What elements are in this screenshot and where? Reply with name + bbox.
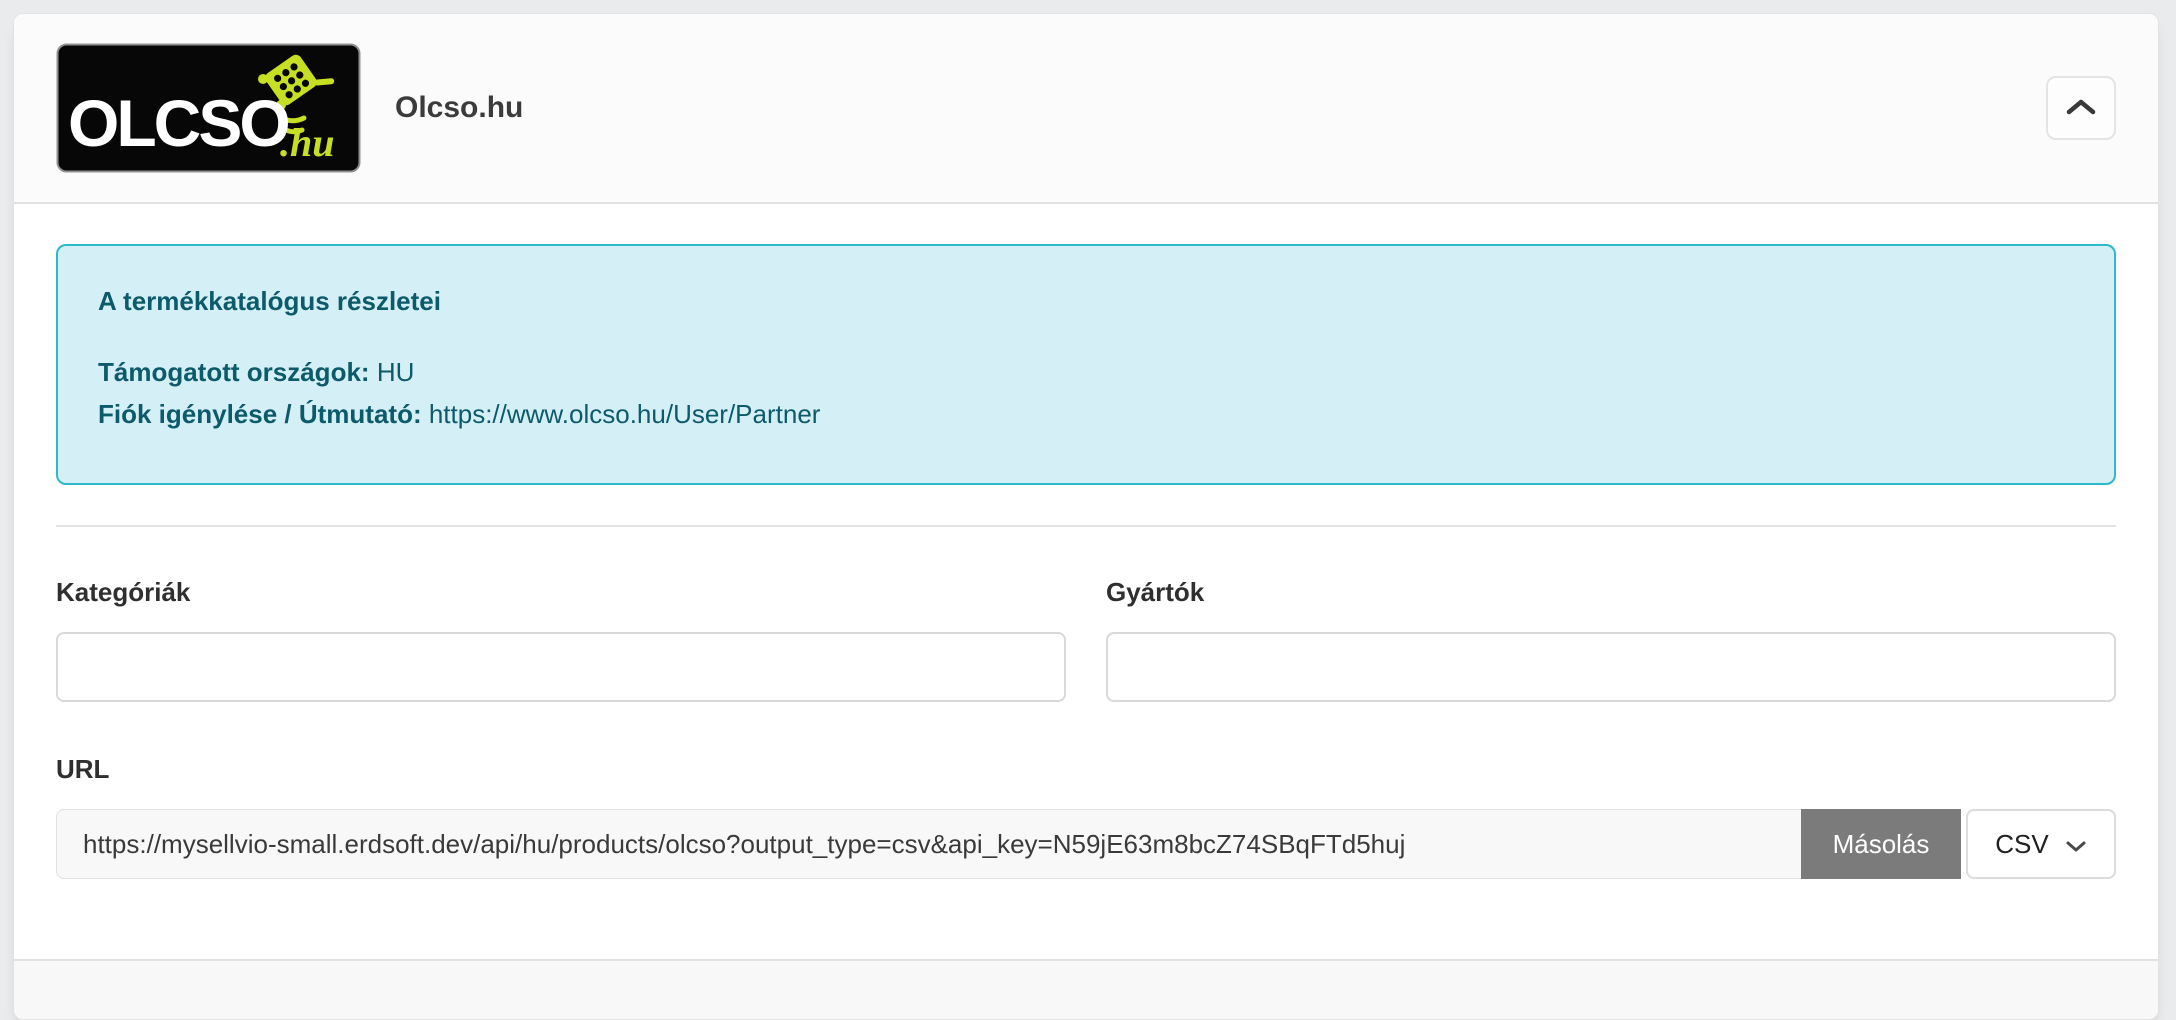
url-section: URL Másolás CSV <box>56 754 2116 879</box>
chevron-down-icon <box>2065 829 2087 860</box>
supported-countries-line: Támogatott országok: HU <box>98 351 2074 393</box>
card-footer <box>14 959 2158 1019</box>
categories-label: Kategóriák <box>56 577 191 607</box>
logo-word: OLCSO <box>68 86 288 160</box>
card-body: A termékkatalógus részletei Támogatott o… <box>14 204 2158 959</box>
url-input[interactable] <box>56 809 1801 879</box>
manufacturers-field: Gyártók <box>1106 577 2116 702</box>
olcso-card: OLCSO .hu Olcso.hu A termékkatalógus rés… <box>13 13 2159 1020</box>
catalog-info-box: A termékkatalógus részletei Támogatott o… <box>56 244 2116 485</box>
url-label: URL <box>56 754 110 784</box>
copy-button[interactable]: Másolás <box>1801 809 1961 879</box>
olcso-logo: OLCSO .hu <box>56 43 361 173</box>
supported-countries-value: HU <box>376 357 415 387</box>
collapse-button[interactable] <box>2046 76 2116 140</box>
manufacturers-input[interactable] <box>1106 632 2116 702</box>
filters-row: Kategóriák Gyártók <box>56 577 2116 702</box>
card-header: OLCSO .hu Olcso.hu <box>14 14 2158 204</box>
chevron-up-icon <box>2065 97 2097 120</box>
section-divider <box>56 525 2116 527</box>
account-request-label: Fiók igénylése / Útmutató: <box>98 399 422 429</box>
categories-field: Kategóriák <box>56 577 1066 702</box>
categories-input[interactable] <box>56 632 1066 702</box>
manufacturers-label: Gyártók <box>1106 577 1205 607</box>
page: OLCSO .hu Olcso.hu A termékkatalógus rés… <box>0 0 2176 1020</box>
page-title: Olcso.hu <box>395 91 524 124</box>
url-group: Másolás CSV <box>56 809 2116 879</box>
supported-countries-label: Támogatott országok: <box>98 357 370 387</box>
logo-tld: .hu <box>280 120 335 165</box>
format-selected-value: CSV <box>1995 828 2049 859</box>
format-select[interactable]: CSV <box>1966 809 2116 879</box>
account-request-url: https://www.olcso.hu/User/Partner <box>428 399 821 429</box>
info-heading: A termékkatalógus részletei <box>98 286 441 316</box>
account-request-line: Fiók igénylése / Útmutató: https://www.o… <box>98 393 2074 435</box>
